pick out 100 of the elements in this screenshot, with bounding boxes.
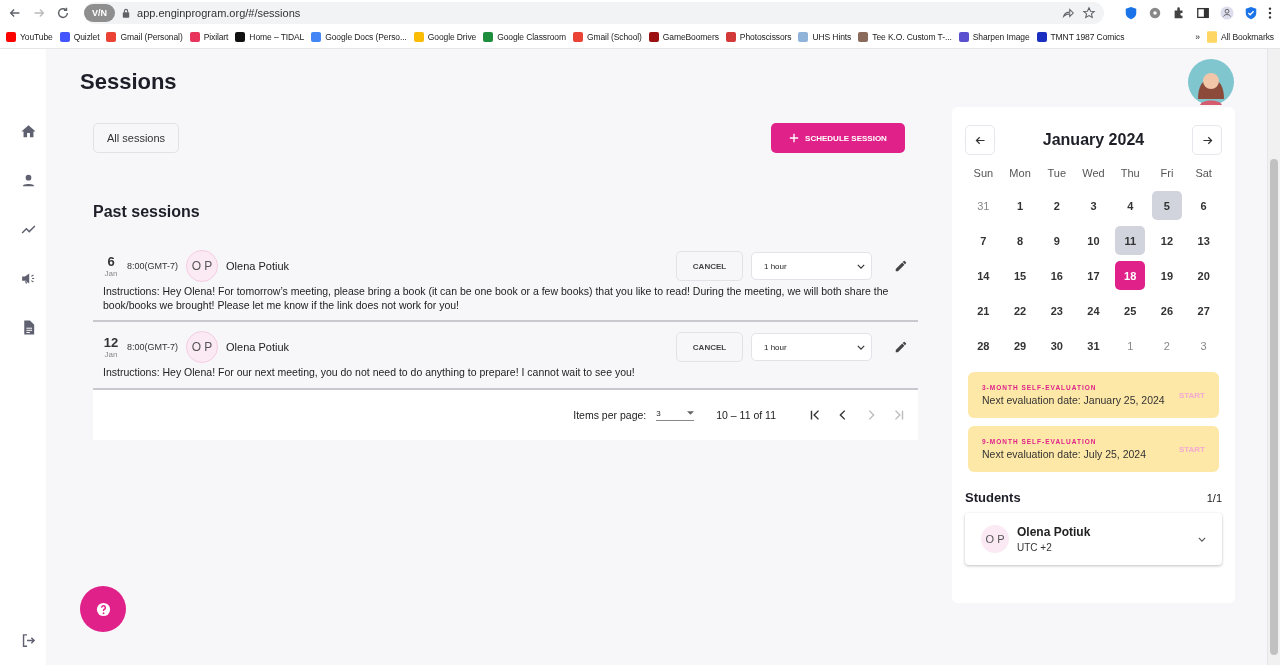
session-month: Jan (104, 269, 118, 278)
weekday-label: Wed (1081, 167, 1106, 181)
plus-icon (789, 133, 800, 143)
bookmark[interactable]: Tee K.O. Custom T-... (858, 31, 952, 42)
calendar-day[interactable]: 1 (1005, 191, 1036, 220)
weekday-label: Mon (1008, 167, 1032, 181)
chevron-down-icon (857, 344, 865, 350)
calendar-day[interactable]: 23 (1041, 296, 1072, 325)
page-range: 10 – 11 of 11 (716, 408, 776, 421)
calendar-day[interactable]: 14 (968, 261, 999, 290)
bookmark[interactable]: Gmail (Personal) (106, 31, 183, 42)
calendar-day[interactable]: 18 (1115, 261, 1146, 290)
chevron-down-icon (857, 263, 865, 269)
session-instructions: Instructions: Hey Olena! For our next meeting, you do not need to do anything to prepare! I cannot wait to see you! (103, 366, 636, 380)
calendar-day[interactable]: 22 (1005, 296, 1036, 325)
pencil-icon[interactable] (894, 340, 908, 355)
calendar-day[interactable]: 3 (1078, 191, 1109, 220)
all-sessions-button[interactable]: All sessions (93, 123, 180, 153)
student-timezone: UTC +2 (1017, 542, 1053, 553)
shield-check-icon[interactable] (1244, 5, 1258, 20)
duration-select[interactable]: 1 hour (751, 252, 872, 280)
chevron-down-icon[interactable] (1198, 536, 1206, 542)
question-icon (95, 601, 111, 617)
session-time: 8:00(GMT-7) (127, 342, 178, 353)
pencil-icon[interactable] (894, 259, 908, 273)
calendar-day[interactable]: 2 (1151, 331, 1182, 360)
calendar-day[interactable]: 31 (1078, 331, 1109, 360)
calendar-day[interactable]: 1 (1115, 331, 1146, 360)
calendar-day[interactable]: 10 (1078, 226, 1109, 255)
calendar-day[interactable]: 5 (1151, 191, 1182, 220)
calendar-day[interactable]: 25 (1115, 296, 1146, 325)
calendar-day[interactable]: 4 (1115, 191, 1146, 220)
help-button[interactable] (80, 586, 126, 632)
shield-icon[interactable] (1124, 5, 1138, 20)
weekday-label: Sat (1194, 167, 1213, 181)
bookmark[interactable]: TMNT 1987 Comics (1036, 31, 1125, 42)
calendar-day[interactable]: 8 (1005, 226, 1036, 255)
address-bar[interactable]: V/N app.enginprogram.org/#/sessions (84, 1, 1104, 24)
calendar-day[interactable]: 11 (1115, 226, 1146, 255)
calendar-day[interactable]: 3 (1188, 331, 1219, 360)
calendar-day[interactable]: 19 (1151, 261, 1182, 290)
calendar-day[interactable]: 29 (1005, 331, 1036, 360)
session-day: 6 (107, 254, 115, 269)
student-name: Olena Potiuk (226, 260, 289, 272)
calendar-day[interactable]: 13 (1188, 226, 1219, 255)
scrollbar[interactable] (1267, 49, 1280, 665)
all-bookmarks-button[interactable]: All Bookmarks (1206, 30, 1274, 43)
menu-icon[interactable] (1268, 5, 1272, 20)
cancel-button[interactable]: CANCEL (676, 332, 743, 363)
session-day: 12 (103, 335, 119, 351)
bookmark[interactable]: Gmail (School) (572, 31, 642, 42)
calendar-day[interactable]: 9 (1041, 226, 1072, 255)
initials-avatar: O P (981, 525, 1009, 553)
calendar-day[interactable]: 27 (1188, 296, 1219, 325)
share-icon[interactable] (1061, 5, 1075, 20)
profile-icon[interactable] (1220, 5, 1234, 20)
calendar-day[interactable]: 15 (1005, 261, 1036, 290)
bookmark[interactable]: Pixilart (189, 31, 229, 42)
calendar-day[interactable]: 31 (968, 191, 999, 220)
bookmark[interactable]: Google Classroom (483, 31, 566, 42)
calendar-day[interactable]: 6 (1188, 191, 1219, 220)
cancel-button[interactable]: CANCEL (676, 251, 743, 281)
calendar-day[interactable]: 26 (1151, 296, 1182, 325)
calendar-day[interactable]: 30 (1041, 331, 1072, 360)
bookmark[interactable]: Quizlet (59, 31, 100, 42)
side-panel-icon[interactable] (1196, 5, 1210, 20)
bookmark[interactable]: Sharpen Image (958, 31, 1030, 42)
bookmark[interactable]: Photoscissors (725, 31, 792, 42)
session-instructions: Instructions: Hey Olena! For tomorrow’s meeting, please bring a book (it can be one book or a few books) that you like to read! During the meeting, we will both share the book/books we brought! Please let me know if the link does not work for you! (103, 285, 890, 313)
bookmark[interactable]: GameBoomers (648, 31, 719, 42)
session-time: 8:00(GMT-7) (127, 261, 178, 271)
bookmark[interactable]: Google Drive (413, 31, 477, 42)
calendar-day[interactable]: 12 (1151, 226, 1182, 255)
calendar-day[interactable]: 28 (968, 331, 999, 360)
initials-avatar: O P (186, 331, 218, 364)
calendar-day[interactable]: 7 (968, 226, 999, 255)
bookmark[interactable]: YouTube (6, 31, 53, 42)
bookmark[interactable]: Home – TIDAL (235, 31, 305, 42)
calendar-day[interactable]: 20 (1188, 261, 1219, 290)
bookmark[interactable]: UHS Hints (798, 31, 852, 42)
duration-select[interactable]: 1 hour (751, 333, 872, 362)
puzzle-icon[interactable] (1172, 5, 1186, 20)
calendar-day[interactable]: 24 (1078, 296, 1109, 325)
reload-icon[interactable] (56, 5, 70, 20)
more-bookmarks-button[interactable]: » (1195, 31, 1200, 42)
calendar-day[interactable]: 2 (1041, 191, 1072, 220)
student-name: Olena Potiuk (1017, 525, 1092, 539)
student-card[interactable]: O P Olena Potiuk UTC +2 (965, 513, 1222, 565)
schedule-session-button[interactable]: SCHEDULE SESSION (771, 123, 905, 153)
calendar-day[interactable]: 17 (1078, 261, 1109, 290)
avatar-icon[interactable] (1188, 59, 1234, 105)
items-per-page-select[interactable]: 3 (656, 408, 695, 421)
students-count: 1/1 (1206, 491, 1222, 504)
calendar-day[interactable]: 21 (968, 296, 999, 325)
star-icon[interactable] (1082, 5, 1096, 20)
calendar-day[interactable]: 16 (1041, 261, 1072, 290)
bookmark[interactable]: Google Docs (Perso... (311, 31, 407, 42)
month-title: January 2024 (1042, 131, 1145, 149)
home-icon[interactable] (19, 123, 37, 140)
weekday-label: Thu (1119, 167, 1141, 181)
